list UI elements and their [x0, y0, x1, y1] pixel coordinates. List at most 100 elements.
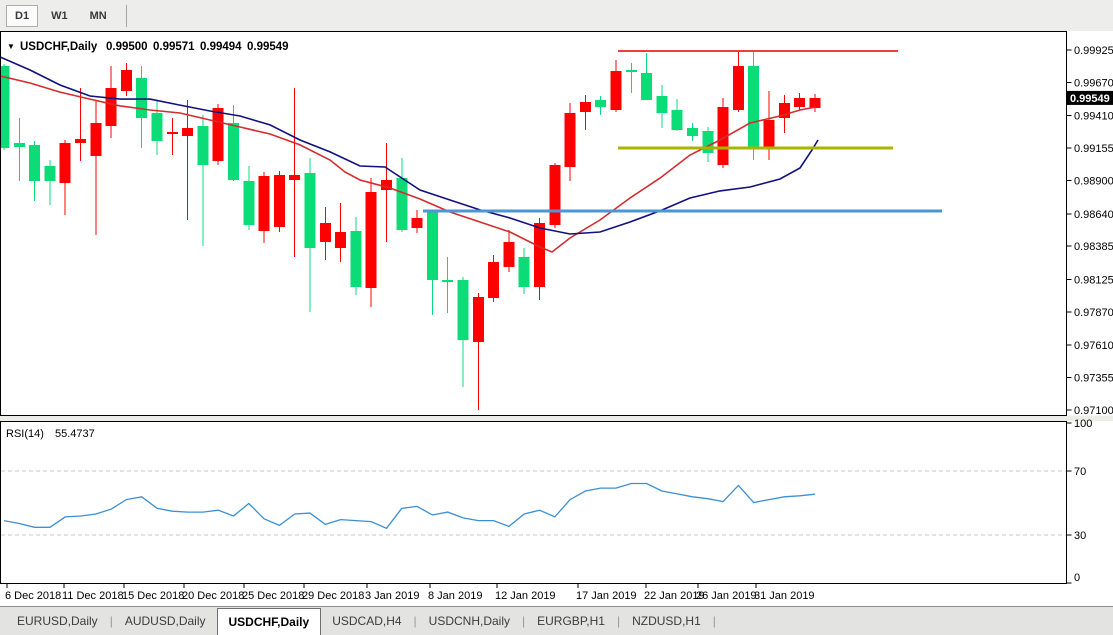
candle-body [197, 126, 208, 165]
date-axis-label: 12 Jan 2019 [495, 590, 556, 602]
candle-body [534, 223, 545, 287]
candle-body [412, 218, 423, 228]
candle-body [14, 143, 25, 147]
price-axis-label: 0.99155 [1074, 143, 1113, 155]
date-axis-label: 25 Dec 2018 [242, 590, 304, 602]
candle-body [595, 100, 606, 107]
price-axis-label: 0.99410 [1074, 111, 1113, 123]
price-axis-label: 0.98640 [1074, 209, 1113, 221]
candle-body [335, 232, 346, 248]
date-axis-label: 8 Jan 2019 [428, 590, 482, 602]
candle-body [366, 192, 377, 288]
date-axis-label: 11 Dec 2018 [62, 590, 124, 602]
current-price-badge-value: 0.99549 [1070, 93, 1110, 105]
candle-body [549, 165, 560, 225]
tab-eurusd[interactable]: EURUSD,Daily [6, 607, 109, 635]
candle-body [672, 110, 683, 130]
ohlc-open-value: 0.99500 [106, 41, 148, 53]
candle-body [228, 123, 239, 180]
candle-body [152, 113, 163, 141]
tab-usdchf[interactable]: USDCHF,Daily [217, 608, 322, 635]
tab-audusd[interactable]: AUDUSD,Daily [114, 607, 217, 635]
date-axis-label: 29 Dec 2018 [302, 590, 364, 602]
tab-separator: | [712, 607, 717, 635]
price-axis-label: 0.97355 [1074, 373, 1113, 385]
price-axis-label: 0.98900 [1074, 176, 1113, 188]
toolbar-separator [126, 5, 127, 27]
candle-body [488, 262, 499, 298]
rsi-name: RSI(14) [6, 428, 44, 440]
pane-splitter[interactable] [0, 416, 1113, 422]
candle-body [611, 71, 622, 110]
tab-eurgbp[interactable]: EURGBP,H1 [526, 607, 616, 635]
price-axis-label: 0.99670 [1074, 77, 1113, 89]
timeframe-button-w1[interactable]: W1 [42, 5, 77, 27]
candle-body [305, 173, 316, 248]
rsi-axis-label: 0 [1074, 572, 1080, 584]
candle-body [794, 98, 805, 107]
candle-body [687, 128, 698, 136]
candle [718, 98, 729, 168]
rsi-value: 55.4737 [55, 428, 95, 440]
rsi-axis-label: 70 [1074, 466, 1086, 478]
candle [748, 51, 759, 160]
candle-body [656, 96, 667, 113]
candle-body [90, 123, 101, 156]
timeframe-button-d1[interactable]: D1 [6, 5, 38, 27]
candle [488, 255, 499, 302]
ohlc-low-value: 0.99494 [200, 41, 242, 53]
candle-body [519, 257, 530, 287]
price-axis-label: 0.98125 [1074, 274, 1113, 286]
candle-body [396, 178, 407, 230]
chart-dropdown-arrow-icon[interactable]: ▼ [7, 42, 15, 51]
candle-body [641, 73, 652, 100]
candle-body [29, 145, 40, 181]
candle-body [565, 113, 576, 167]
candle-body [259, 176, 270, 231]
candle-body [182, 128, 193, 136]
date-axis-label: 20 Dec 2018 [182, 590, 244, 602]
candle-body [626, 70, 637, 72]
candle-body [748, 66, 759, 148]
candle-body [243, 181, 254, 225]
price-axis-label: 0.97100 [1074, 405, 1113, 417]
tab-usdcad[interactable]: USDCAD,H4 [321, 607, 412, 635]
main-chart-pane[interactable] [1, 32, 1067, 416]
candle-body [106, 88, 117, 126]
price-chart-svg[interactable]: 0.99925 0.99670 0.99410 0.99155 0.98900 0.986… [0, 31, 1113, 606]
candle-body [702, 131, 713, 153]
rsi-axis-label: 30 [1074, 530, 1086, 542]
trading-platform-window: D1W1MN 0.99925 0.99670 0.99410 0.99155 0.989… [0, 0, 1113, 635]
symbol-tab-bar: EURUSD,Daily|AUDUSD,DailyUSDCHF,DailyUSD… [0, 606, 1113, 635]
candle-body [733, 66, 744, 110]
tab-nzdusd[interactable]: NZDUSD,H1 [621, 607, 712, 635]
candle-body [764, 120, 775, 148]
candle-body [44, 166, 55, 181]
date-axis-label: 15 Dec 2018 [122, 590, 184, 602]
candle-body [60, 143, 71, 183]
date-axis-label: 17 Jan 2019 [576, 590, 637, 602]
date-axis-label: 3 Jan 2019 [365, 590, 419, 602]
candle [549, 163, 560, 228]
candle-body [136, 78, 147, 118]
candle-body [427, 212, 438, 280]
candle-body [75, 139, 86, 143]
candle-body [458, 280, 469, 340]
price-axis-label: 0.98385 [1074, 241, 1113, 253]
candle-body [121, 70, 132, 91]
candle [274, 171, 285, 232]
chart-title: USDCHF,Daily 0.99500 0.99571 0.99494 0.9… [20, 41, 289, 53]
rsi-pane[interactable] [1, 422, 1067, 584]
timeframe-button-mn[interactable]: MN [81, 5, 116, 27]
candle [366, 178, 377, 307]
candle-body [320, 223, 331, 242]
ohlc-close-value: 0.99549 [247, 41, 289, 53]
price-axis-label: 0.97870 [1074, 307, 1113, 319]
tab-usdcnh[interactable]: USDCNH,Daily [418, 607, 521, 635]
candle-body [473, 297, 484, 342]
price-axis-label: 0.99925 [1074, 45, 1113, 57]
candle-body [580, 102, 591, 112]
candle-body [167, 132, 178, 134]
candle-body [213, 108, 224, 161]
candle-body [503, 242, 514, 267]
